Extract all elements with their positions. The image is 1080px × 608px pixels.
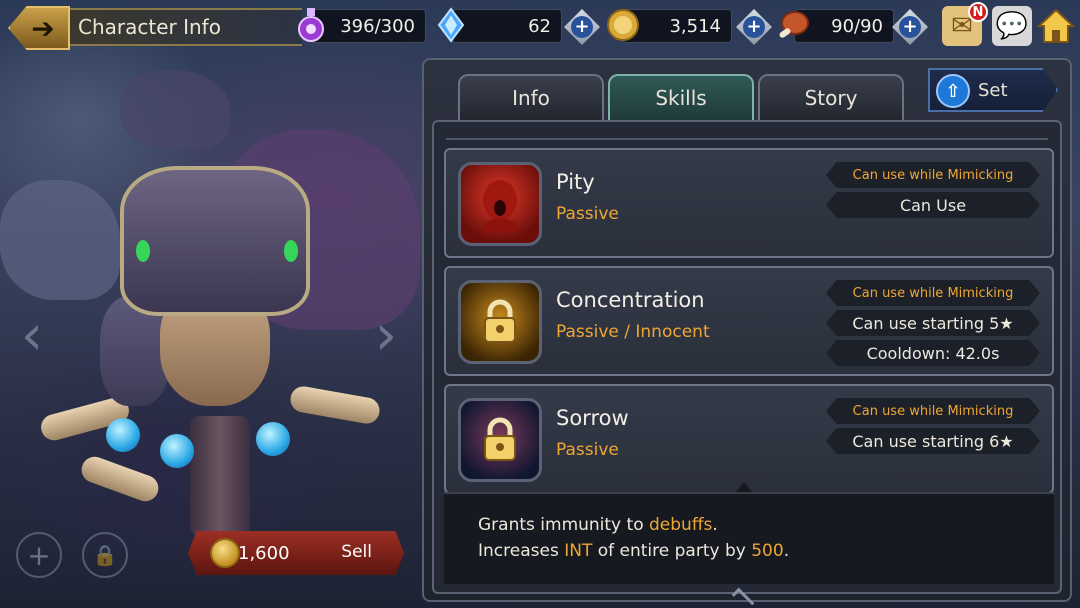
desc-text: .: [712, 515, 718, 535]
back-arrow-icon: ➔: [31, 11, 55, 45]
blue-orb: [160, 434, 194, 468]
skill-list: Pity Passive Can use while Mimicking Can…: [432, 120, 1062, 594]
skill-card-concentration[interactable]: Concentration Passive / Innocent Can use…: [444, 266, 1054, 376]
red-face-skill-icon: [458, 162, 542, 246]
crown-gem: [136, 240, 150, 262]
plus-icon: +: [899, 16, 921, 38]
page-title: Character Info: [78, 15, 221, 39]
plus-icon: +: [571, 16, 593, 38]
crystal-counter: 62: [452, 9, 562, 43]
skill-type: Passive / Innocent: [556, 322, 710, 342]
star-requirement-tag: Can use starting 5★: [826, 310, 1040, 336]
set-label: Set: [978, 79, 1008, 101]
skill-type: Passive: [556, 204, 619, 224]
lock-button[interactable]: 🔒: [82, 532, 128, 578]
set-button[interactable]: ⇧ Set: [928, 68, 1058, 112]
tab-skills[interactable]: Skills: [608, 74, 754, 120]
cooldown-tag: Cooldown: 42.0s: [826, 340, 1040, 366]
desc-text: .: [783, 541, 790, 561]
sell-price: 1,600: [238, 542, 290, 564]
skill-name: Pity: [556, 170, 595, 194]
add-crystal-button[interactable]: +: [564, 9, 600, 45]
tab-story[interactable]: Story: [758, 74, 904, 120]
sell-label: Sell: [341, 542, 372, 562]
skill-name: Sorrow: [556, 406, 629, 430]
skill-locked-icon: [458, 398, 542, 482]
character-pedestal: [190, 416, 250, 536]
character-crown: [120, 166, 310, 316]
skill-description: Grants immunity to debuffs. Increases IN…: [444, 492, 1054, 584]
meat-icon: [776, 5, 810, 45]
skill-locked-icon: [458, 280, 542, 364]
previous-character-button[interactable]: ‹: [18, 306, 46, 366]
tab-label: Story: [804, 86, 858, 110]
gold-coin-icon: [210, 538, 240, 568]
blue-orb: [106, 418, 140, 452]
skills-panel: Info Skills Story ⇧ Set Pity Passive Can…: [422, 58, 1072, 608]
description-line-1: Grants immunity to debuffs.: [478, 512, 1020, 538]
skill-type: Passive: [556, 440, 619, 460]
chat-bubble-icon: 💬: [995, 11, 1029, 41]
lock-icon: [484, 417, 516, 461]
add-gold-button[interactable]: +: [736, 9, 772, 45]
desc-highlight: 500: [751, 541, 784, 561]
gold-coin-icon: [606, 5, 640, 45]
mail-button[interactable]: ✉ N: [942, 2, 988, 46]
desc-text: of entire party by: [592, 541, 752, 561]
page-title-plate: Character Info: [52, 8, 302, 46]
crystal-value: 62: [528, 15, 551, 37]
stamina-potion-icon: [294, 5, 328, 45]
add-button[interactable]: +: [16, 532, 62, 578]
food-value: 90/90: [831, 15, 883, 37]
skill-card-pity[interactable]: Pity Passive Can use while Mimicking Can…: [444, 148, 1054, 258]
skill-name: Concentration: [556, 288, 705, 312]
desc-text: Grants immunity to: [478, 515, 649, 535]
crown-gem: [284, 240, 298, 262]
upload-arrow-icon: ⇧: [936, 74, 970, 108]
desc-highlight: debuffs: [649, 515, 713, 535]
lock-icon: [484, 299, 516, 343]
character-model: [38, 166, 382, 546]
tab-label: Info: [512, 86, 550, 110]
tab-label: Skills: [655, 86, 707, 110]
skill-card-sorrow[interactable]: Sorrow Passive Can use while Mimicking C…: [444, 384, 1054, 494]
blue-orb: [256, 422, 290, 456]
back-button[interactable]: ➔: [8, 6, 70, 50]
top-bar: Character Info ➔ 396/300 62 + 3,514 + 90…: [0, 0, 1080, 56]
mimic-tag: Can use while Mimicking: [826, 398, 1040, 424]
home-button[interactable]: [1036, 6, 1076, 46]
character-arm: [288, 384, 382, 426]
desc-highlight: INT: [564, 541, 593, 561]
sell-button[interactable]: 1,600 Sell: [188, 531, 404, 575]
plus-icon: +: [743, 16, 765, 38]
next-character-button[interactable]: ›: [372, 306, 400, 366]
crystal-icon: [434, 5, 468, 45]
character-display: ‹ › + 🔒 1,600 Sell: [0, 56, 420, 608]
add-food-button[interactable]: +: [892, 9, 928, 45]
description-line-2: Increases INT of entire party by 500.: [478, 538, 1020, 564]
desc-text: Increases: [478, 541, 565, 561]
new-mail-badge: N: [968, 2, 988, 22]
mimic-tag: Can use while Mimicking: [826, 162, 1040, 188]
stamina-value: 396/300: [340, 15, 415, 37]
plus-icon: +: [27, 538, 51, 572]
star-requirement-tag: Can use starting 6★: [826, 428, 1040, 454]
divider: [446, 138, 1048, 140]
mimic-tag: Can use while Mimicking: [826, 280, 1040, 306]
tab-info[interactable]: Info: [458, 74, 604, 120]
gold-value: 3,514: [669, 15, 721, 37]
usability-tag: Can Use: [826, 192, 1040, 218]
chat-button[interactable]: 💬: [992, 6, 1032, 46]
character-arm: [77, 453, 163, 505]
home-icon: [1037, 8, 1075, 43]
padlock-icon: 🔒: [92, 543, 118, 567]
